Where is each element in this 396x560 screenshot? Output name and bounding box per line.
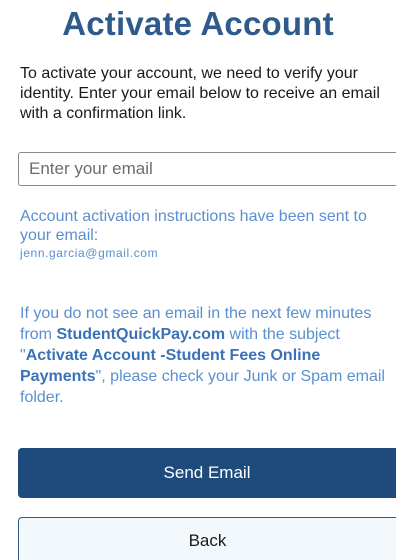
activate-account-page: Activate Account To activate your accoun… — [0, 0, 396, 560]
junk-folder-help: If you do not see an email in the next f… — [20, 303, 392, 408]
site-name: StudentQuickPay.com — [56, 326, 226, 343]
back-button[interactable]: Back — [18, 517, 396, 560]
sent-email-address: jenn.garcia@gmail.com — [20, 246, 159, 260]
intro-text: To activate your account, we need to ver… — [20, 65, 380, 122]
send-email-button[interactable]: Send Email — [18, 448, 396, 498]
email-input[interactable] — [18, 152, 396, 186]
sent-notice: Account activation instructions have bee… — [20, 207, 392, 261]
page-title: Activate Account — [62, 5, 334, 42]
sent-message: Account activation instructions have bee… — [20, 208, 367, 244]
